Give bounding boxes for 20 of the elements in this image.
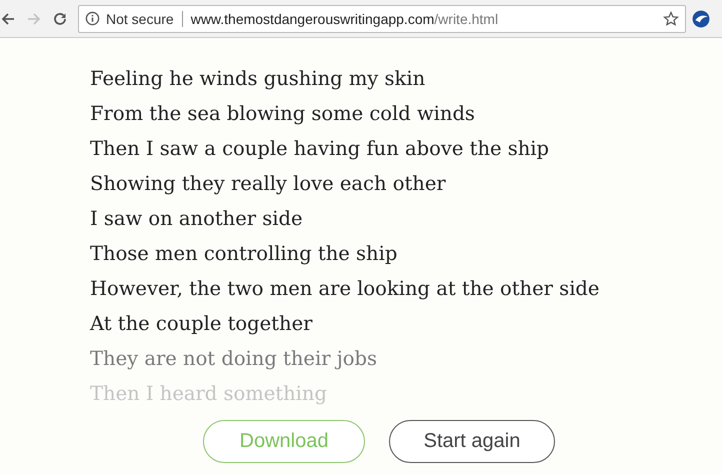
poem-line: However, the two men are looking at the other side (90, 276, 600, 302)
url-host: www.themostdangerouswritingapp.com (190, 10, 434, 26)
poem-line: Showing they really love each other (90, 171, 447, 197)
star-icon[interactable] (663, 10, 679, 26)
info-icon[interactable] (85, 11, 100, 26)
start-again-button[interactable]: Start again (389, 420, 555, 463)
poem-line: I saw on another side (90, 206, 304, 232)
poem-line: Feeling he winds gushing my skin (90, 66, 426, 92)
security-label: Not secure (106, 10, 174, 26)
poem-line: From the sea blowing some cold winds (90, 101, 476, 127)
back-icon[interactable] (0, 10, 16, 26)
address-bar[interactable]: Not secure www.themostdangerouswritingapp.com/write.html (78, 4, 686, 32)
poem-line: At the couple together (90, 311, 314, 337)
extension-icon[interactable] (692, 10, 710, 28)
poem-line: Those men controlling the ship (90, 241, 398, 267)
reload-icon[interactable] (52, 10, 68, 26)
poem-line: Then I saw a couple having fun above the ship (90, 136, 550, 162)
url-path: /write.html (434, 10, 498, 26)
poem-line: They are not doing their jobs (90, 346, 378, 372)
poem-line: Then I heard something (90, 381, 328, 407)
